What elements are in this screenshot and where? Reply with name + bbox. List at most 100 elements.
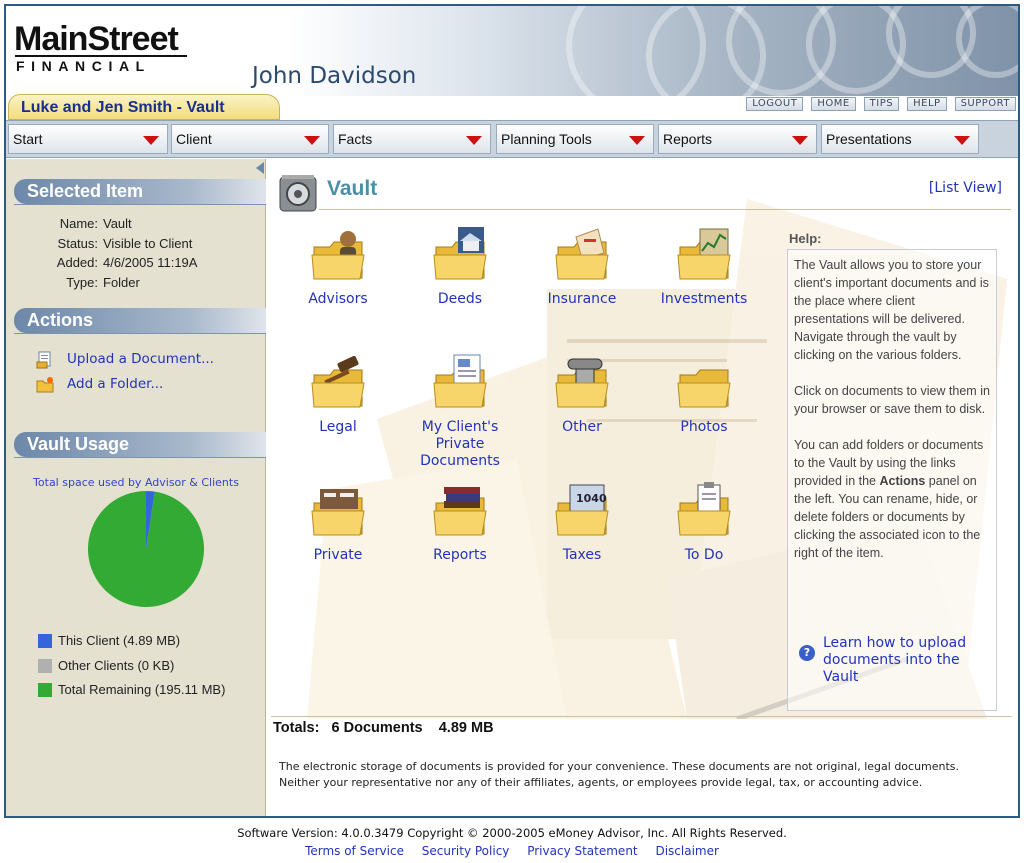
nav-start[interactable]: Start [8,124,168,154]
folder-my-clients-private-documents[interactable]: My Client's Private Documents [405,353,515,470]
list-view-link[interactable]: [List View] [929,180,1002,196]
folder-advisors[interactable]: Advisors [283,225,393,308]
nav-label: Planning Tools [501,131,592,147]
folder-deeds[interactable]: Deeds [405,225,515,308]
help-link[interactable]: HELP [907,97,947,111]
header-banner: MainStreet FINANCIAL John Davidson [6,6,1018,96]
folder-private[interactable]: Private [283,481,393,564]
footer-links: Terms of Service Security Policy Privacy… [0,844,1024,858]
section-divider [14,204,266,205]
logout-link[interactable]: LOGOUT [746,97,804,111]
private-papers-icon [311,489,365,536]
field-added: Added: 4/6/2005 11:19A [16,255,198,270]
nav-label: Presentations [826,131,912,147]
app-window: MainStreet FINANCIAL John Davidson Luke … [4,4,1020,818]
add-folder-icon [36,376,54,393]
home-link[interactable]: HOME [811,97,856,111]
upload-help-link[interactable]: ? Learn how to upload documents into the… [799,635,983,686]
totals-size: 4.89 MB [438,720,494,736]
legend-item: This Client (4.89 MB) [38,633,180,648]
insurance-doc-icon [555,228,609,280]
telephone-icon [555,358,609,408]
section-divider [14,457,266,458]
pie-slice-total-remaining [88,491,204,607]
nav-label: Client [176,131,212,147]
selected-item-heading: Selected Item [14,179,266,204]
tips-link[interactable]: TIPS [863,97,900,111]
terms-of-service-link[interactable]: Terms of Service [305,844,404,858]
top-links: LOGOUT HOME TIPS HELP SUPPORT [746,97,1016,111]
add-folder-link[interactable]: Add a Folder... [36,376,164,393]
main-nav: Start Client Facts Planning Tools Report… [6,120,1018,158]
storage-disclaimer: The electronic storage of documents is p… [279,760,960,789]
actions-heading: Actions [14,308,266,333]
folder-label: Legal [319,419,357,435]
upload-document-label: Upload a Document... [67,351,214,367]
advisor-person-icon [311,231,365,280]
folder-label: Insurance [547,291,617,307]
folder-label: Investments [660,291,748,307]
folder-label: Photos [680,419,728,435]
document-icon [433,354,487,408]
support-link[interactable]: SUPPORT [954,97,1016,111]
folder-legal[interactable]: Legal [283,353,393,436]
vault-content: Vault [List View] Advisors Deeds Insuran… [267,159,1018,816]
field-value: Visible to Client [103,236,193,251]
field-status: Status: Visible to Client [16,236,193,251]
gavel-icon [311,355,365,408]
section-divider [14,333,266,334]
disclaimer-link[interactable]: Disclaimer [655,844,718,858]
upload-help-label: Learn how to upload documents into the V… [823,635,967,685]
house-icon [433,227,487,280]
sidebar: Selected Item Name: Vault Status: Visible … [6,159,266,816]
nav-client[interactable]: Client [171,124,329,154]
nav-presentations[interactable]: Presentations [821,124,979,154]
totals-label: Totals: [273,720,320,736]
client-tab[interactable]: Luke and Jen Smith - Vault [8,94,280,120]
folder-label: Reports [433,547,487,563]
field-key: Added: [56,255,98,270]
field-key: Type: [66,275,98,290]
dropdown-caret-icon [792,136,808,145]
folder-insurance[interactable]: Insurance [527,225,637,308]
folder-other[interactable]: Other [527,353,637,436]
help-paragraph: You can add folders or documents to the … [794,436,990,562]
vault-usage-pie-chart [88,491,204,607]
folder-label: Other [562,419,602,435]
folder-investments[interactable]: Investments [649,225,759,308]
dropdown-caret-icon [629,136,645,145]
help-title: Help: [789,231,822,246]
folder-reports[interactable]: Reports [405,481,515,564]
legend-label: This Client (4.89 MB) [58,633,181,648]
nav-planning-tools[interactable]: Planning Tools [496,124,654,154]
folder-photos[interactable]: Photos [649,353,759,436]
legend-swatch [38,682,52,697]
logo-wordmark: MainStreet [14,20,179,58]
nav-reports[interactable]: Reports [658,124,817,154]
help-question-icon: ? [799,645,815,661]
folder-label: To Do [684,547,724,563]
folder-taxes[interactable]: 1040 Taxes [527,481,637,564]
privacy-statement-link[interactable]: Privacy Statement [527,844,637,858]
dropdown-caret-icon [304,136,320,145]
logo-subtitle: FINANCIAL [16,58,151,74]
folder-to-do[interactable]: To Do [649,481,759,564]
security-policy-link[interactable]: Security Policy [422,844,510,858]
dropdown-caret-icon [143,136,159,145]
title-divider [319,209,1011,210]
legend-label: Other Clients (0 KB) [58,658,175,673]
nav-label: Reports [663,131,713,147]
totals-row: Totals: 6 Documents 4.89 MB [273,720,494,736]
vault-usage-heading: Vault Usage [14,432,266,457]
collapse-sidebar-icon[interactable] [256,162,264,174]
page-title: Vault [327,177,378,200]
books-icon [433,487,487,536]
add-folder-label: Add a Folder... [67,376,164,392]
legend-label: Total Remaining (195.11 MB) [58,682,226,697]
totals-documents: 6 Documents [331,720,423,736]
software-version: Software Version: 4.0.0.3479 Copyright ©… [237,826,787,840]
nav-facts[interactable]: Facts [333,124,491,154]
usage-chart-caption: Total space used by Advisor & Clients [33,476,239,489]
upload-document-link[interactable]: Upload a Document... [36,351,214,369]
folder-label: Taxes [562,547,602,563]
